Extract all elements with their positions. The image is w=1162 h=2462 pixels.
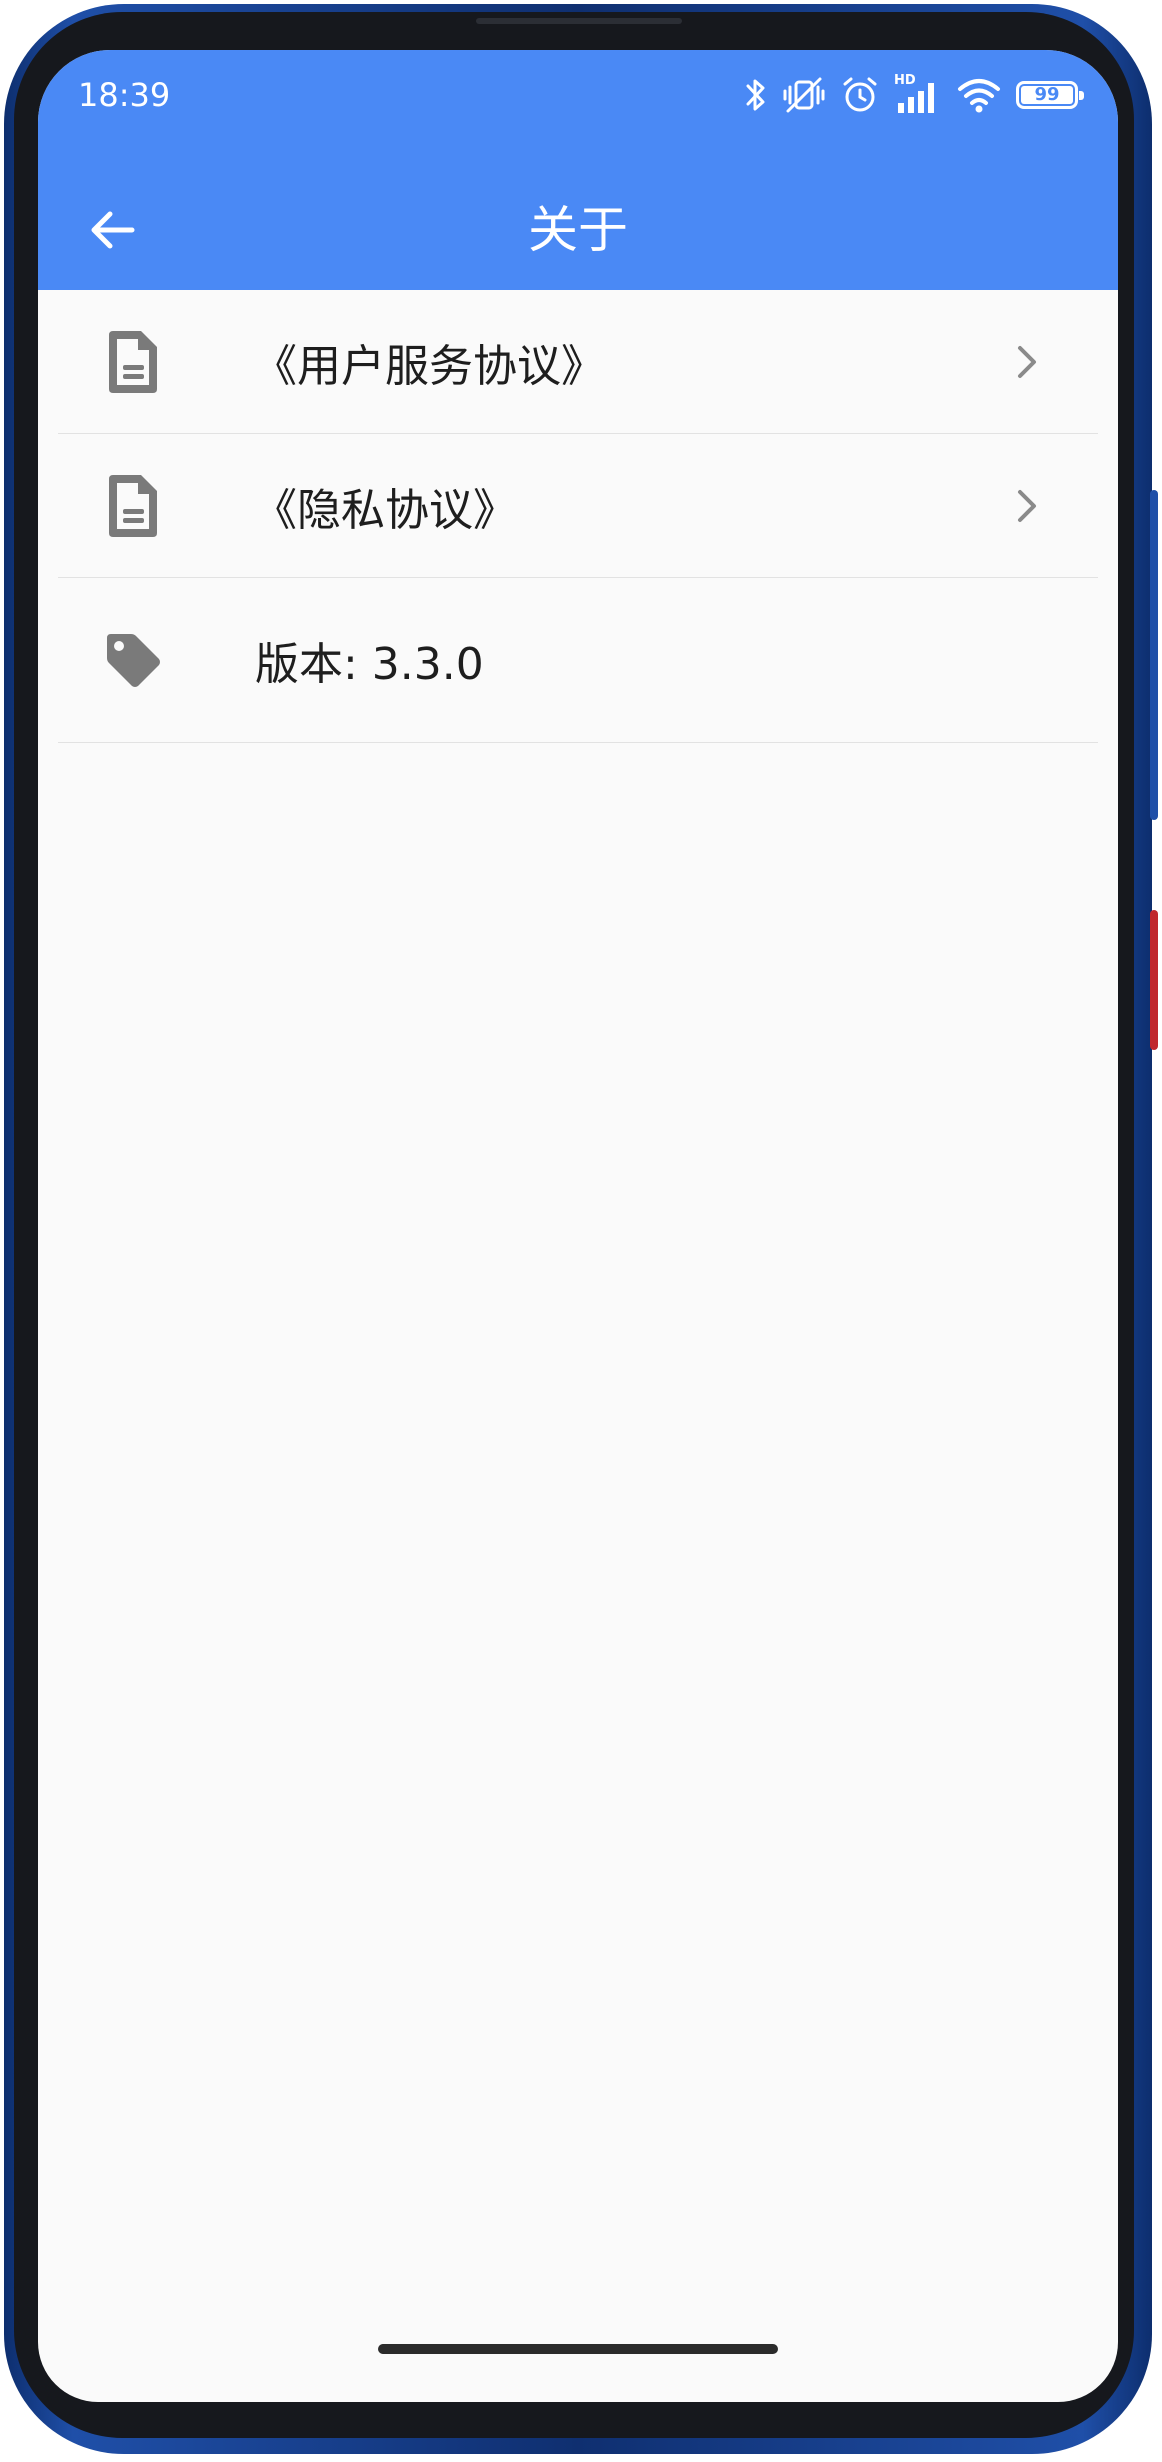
page-title: 关于: [528, 201, 628, 259]
screen: 18:39 HD 99 关于 《用户服务协议》 《隐私协议》 版本: 3.3.0: [38, 50, 1118, 2402]
tag-icon: [103, 624, 163, 696]
status-time: 18:39: [78, 76, 171, 114]
status-bar: 18:39 HD 99: [38, 50, 1118, 144]
list-item-user-agreement[interactable]: 《用户服务协议》: [58, 290, 1098, 434]
app-bar: 18:39 HD 99 关于: [38, 50, 1118, 290]
home-indicator[interactable]: [378, 2344, 778, 2354]
list-item-privacy-agreement[interactable]: 《隐私协议》: [58, 434, 1098, 578]
bluetooth-icon: [744, 76, 768, 114]
document-icon: [103, 470, 163, 542]
list-item-label: 《隐私协议》: [253, 484, 517, 536]
battery-icon: 99: [1016, 81, 1084, 109]
alarm-icon: [840, 75, 880, 115]
list-item-version: 版本: 3.3.0: [58, 578, 1098, 743]
wifi-icon: [956, 76, 1002, 114]
vibrate-off-icon: [782, 75, 826, 115]
phone-frame: 18:39 HD 99 关于 《用户服务协议》 《隐私协议》 版本: 3.3.0: [0, 0, 1162, 2462]
battery-level: 99: [1034, 84, 1060, 105]
power-button: [1150, 910, 1158, 1050]
about-list: 《用户服务协议》 《隐私协议》 版本: 3.3.0: [38, 290, 1118, 743]
volume-button: [1150, 490, 1158, 820]
version-label: 版本: 3.3.0: [255, 639, 484, 690]
chevron-right-icon: [1018, 345, 1036, 378]
list-item-label: 《用户服务协议》: [253, 340, 605, 392]
status-icons: HD 99: [744, 72, 1084, 118]
cellular-signal-icon: HD: [894, 73, 942, 115]
document-icon: [103, 326, 163, 398]
chevron-right-icon: [1018, 489, 1036, 522]
earpiece-speaker: [476, 18, 682, 24]
